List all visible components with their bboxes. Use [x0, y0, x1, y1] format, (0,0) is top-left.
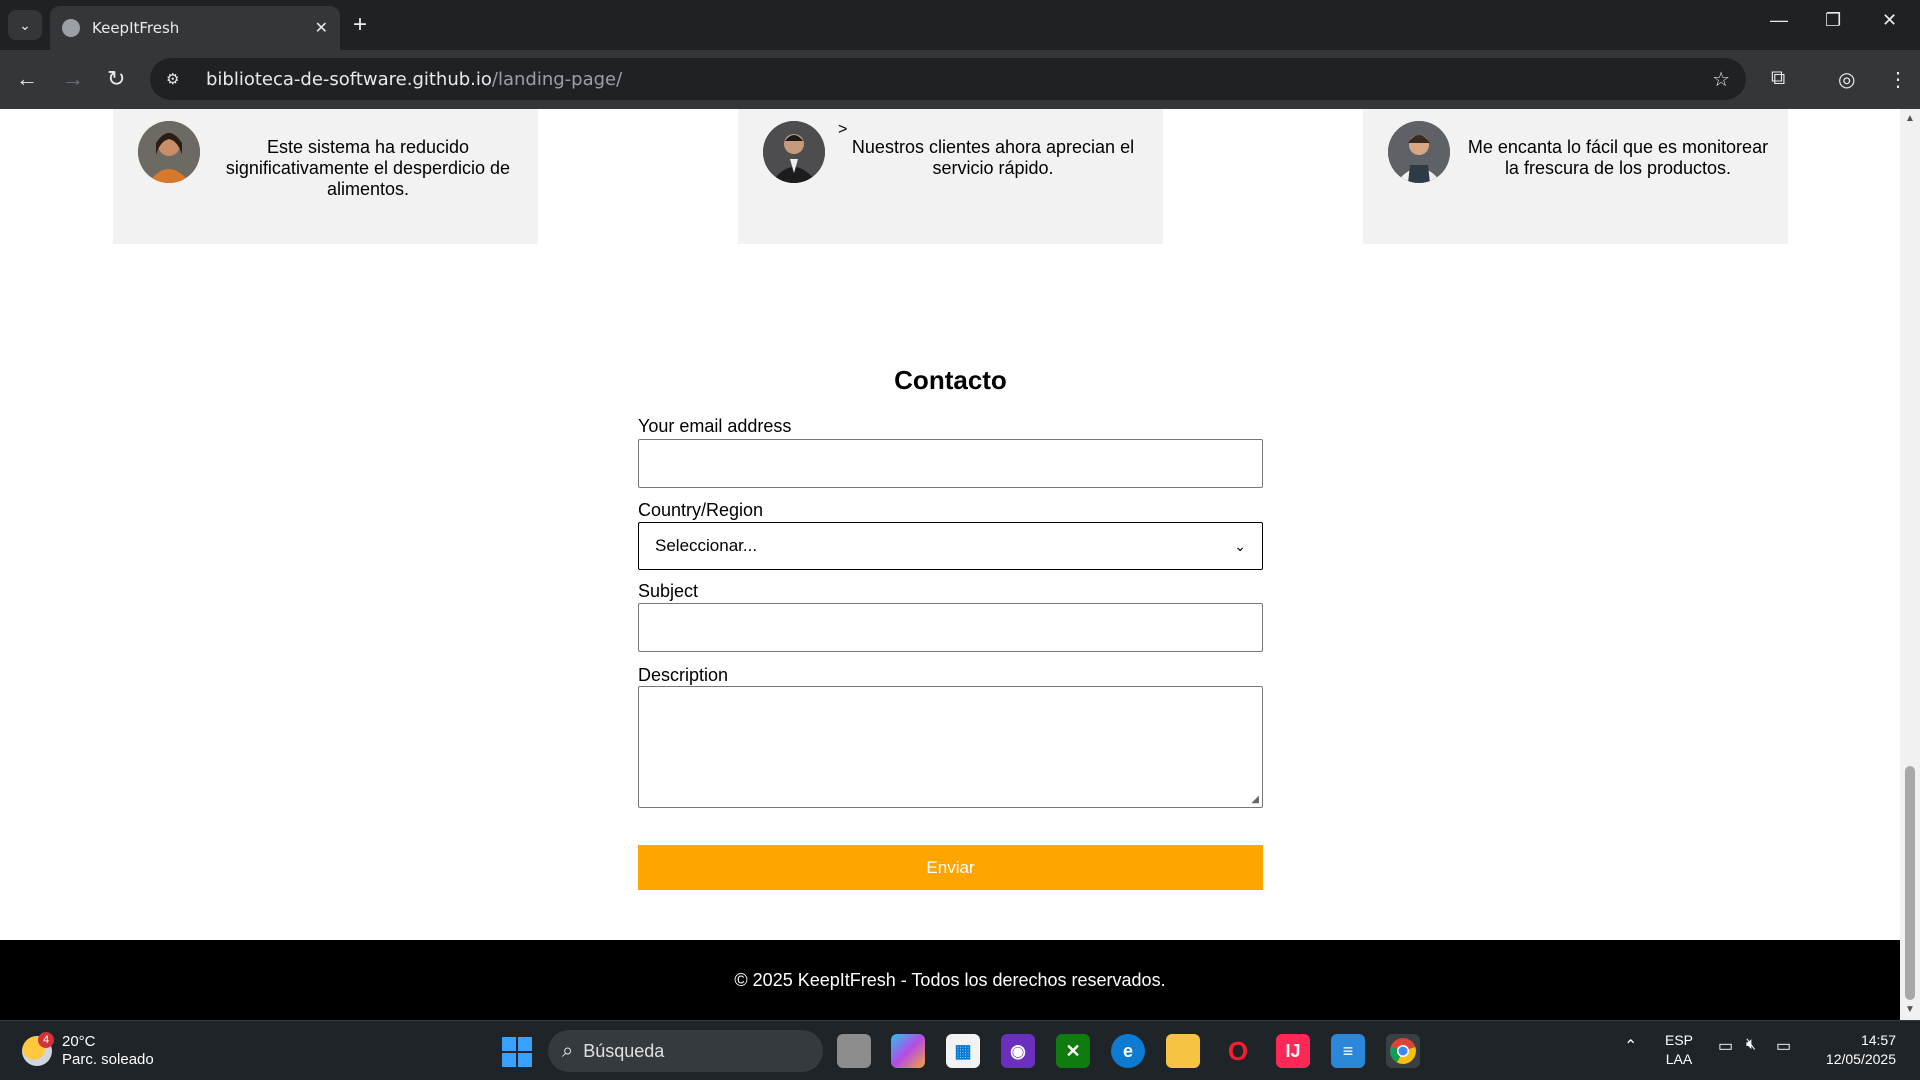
testimonial-text: Nuestros clientes ahora aprecian el serv…: [851, 137, 1135, 178]
avatar: [763, 121, 825, 183]
file-explorer-icon[interactable]: [1166, 1034, 1200, 1068]
email-field[interactable]: [638, 439, 1263, 488]
microsoft-store-icon[interactable]: ▦: [946, 1034, 980, 1068]
scrollbar-thumb[interactable]: [1905, 766, 1915, 1000]
extensions-icon[interactable]: ⧉: [1771, 67, 1785, 90]
weather-partly-sunny-icon: 4: [22, 1032, 54, 1066]
xbox-icon[interactable]: ✕: [1056, 1034, 1090, 1068]
minimize-icon[interactable]: —: [1770, 10, 1788, 31]
globe-icon: [62, 19, 80, 37]
browser-tab-active[interactable]: KeepItFresh ✕: [50, 6, 340, 50]
opera-icon[interactable]: O: [1221, 1034, 1255, 1068]
avatar: [138, 121, 200, 183]
subject-field[interactable]: [638, 603, 1263, 652]
testimonial-card: Este sistema ha reducido significativame…: [113, 109, 538, 244]
taskbar-search[interactable]: ⌕ Búsqueda: [548, 1030, 823, 1072]
scroll-down-arrow-icon[interactable]: ▼: [1905, 1004, 1915, 1015]
notepad-icon[interactable]: ≡: [1331, 1034, 1365, 1068]
footer: © 2025 KeepItFresh - Todos los derechos …: [0, 940, 1900, 1020]
clock-date: 12/05/2025: [1825, 1051, 1896, 1067]
url-host: biblioteca-de-software.github.io: [206, 68, 492, 90]
url-text: biblioteca-de-software.github.io/landing…: [206, 69, 622, 90]
weather-temp: 20°C: [62, 1033, 96, 1050]
intellij-icon[interactable]: IJ: [1276, 1034, 1310, 1068]
task-view-icon[interactable]: [837, 1034, 871, 1068]
clock-time: 14:57: [1860, 1032, 1896, 1048]
tab-title: KeepItFresh: [92, 19, 180, 37]
battery-icon[interactable]: ▭: [1776, 1036, 1791, 1056]
testimonial-text: Me encanta lo fácil que es monitorear la…: [1467, 137, 1769, 178]
chrome-icon[interactable]: [1386, 1034, 1420, 1068]
profile-icon[interactable]: ◎: [1838, 67, 1855, 92]
photos-icon[interactable]: ◉: [1001, 1034, 1035, 1068]
weather-widget[interactable]: 4 20°C Parc. soleado: [22, 1032, 154, 1069]
bookmark-star-icon[interactable]: ☆: [1712, 67, 1730, 92]
back-arrow-icon[interactable]: ←: [16, 66, 38, 92]
language-indicator[interactable]: ESP LAA: [1665, 1031, 1693, 1069]
keyboard-layout: LAA: [1665, 1051, 1693, 1067]
volume-muted-icon[interactable]: 🔇︎: [1746, 1036, 1756, 1054]
search-icon: ⌕: [562, 1039, 574, 1062]
network-icon[interactable]: ▭: [1718, 1036, 1733, 1056]
restore-icon[interactable]: ❐: [1825, 10, 1841, 31]
close-window-icon[interactable]: ✕: [1882, 10, 1897, 31]
avatar: [1388, 121, 1450, 183]
country-label: Country/Region: [638, 500, 764, 520]
contact-title: Contacto: [894, 365, 1007, 395]
notification-badge: 4: [38, 1032, 54, 1048]
language-code: ESP: [1665, 1032, 1694, 1048]
page-viewport: Este sistema ha reducido significativame…: [0, 109, 1900, 1020]
resize-handle-icon[interactable]: ◢: [1251, 794, 1259, 805]
address-bar[interactable]: ⚙ biblioteca-de-software.github.io/landi…: [150, 58, 1746, 100]
new-tab-plus-icon[interactable]: +: [353, 11, 367, 39]
url-path: /landing-page/: [491, 68, 623, 90]
testimonial-card: > Nuestros clientes ahora aprecian el se…: [738, 109, 1163, 244]
scroll-up-arrow-icon[interactable]: ▲: [1905, 113, 1915, 124]
copilot-icon[interactable]: [891, 1034, 925, 1068]
email-label: Your email address: [638, 416, 792, 436]
country-selected-value: Seleccionar...: [655, 536, 758, 555]
windows-start-icon[interactable]: [502, 1037, 532, 1067]
browser-tab-bar: ⌄ KeepItFresh ✕ + — ❐ ✕: [0, 0, 1920, 50]
site-info-icon[interactable]: ⚙: [166, 70, 188, 88]
reload-icon[interactable]: ↻: [107, 66, 125, 92]
windows-taskbar: 4 20°C Parc. soleado ⌕ Búsqueda ▦ ◉ ✕ e …: [0, 1020, 1920, 1080]
description-textarea[interactable]: ◢: [638, 686, 1263, 808]
footer-copyright: © 2025 KeepItFresh - Todos los derechos …: [734, 969, 1166, 990]
send-button[interactable]: Enviar: [638, 845, 1263, 890]
testimonial-card: Me encanta lo fácil que es monitorear la…: [1363, 109, 1788, 244]
testimonial-text: Este sistema ha reducido significativame…: [225, 137, 511, 199]
close-tab-icon[interactable]: ✕: [315, 18, 328, 38]
chevron-down-icon: ⌄: [1234, 537, 1246, 554]
subject-label: Subject: [638, 581, 699, 601]
show-hidden-icons-chevron-icon[interactable]: ⌃: [1624, 1036, 1637, 1056]
taskbar-search-placeholder: Búsqueda: [583, 1040, 665, 1061]
taskbar-clock[interactable]: 14:57 12/05/2025: [1814, 1031, 1896, 1069]
menu-kebab-icon[interactable]: ⋮: [1888, 67, 1908, 92]
country-select[interactable]: Seleccionar... ⌄: [638, 522, 1263, 570]
browser-toolbar: ← → ↻ ⚙ biblioteca-de-software.github.io…: [0, 50, 1920, 109]
forward-arrow-icon[interactable]: →: [62, 66, 84, 92]
description-label: Description: [638, 665, 729, 685]
page-scrollbar[interactable]: ▲ ▼: [1900, 109, 1920, 1020]
weather-desc: Parc. soleado: [62, 1051, 154, 1068]
edge-icon[interactable]: e: [1111, 1034, 1145, 1068]
tab-search-chevron-icon[interactable]: ⌄: [8, 10, 42, 40]
